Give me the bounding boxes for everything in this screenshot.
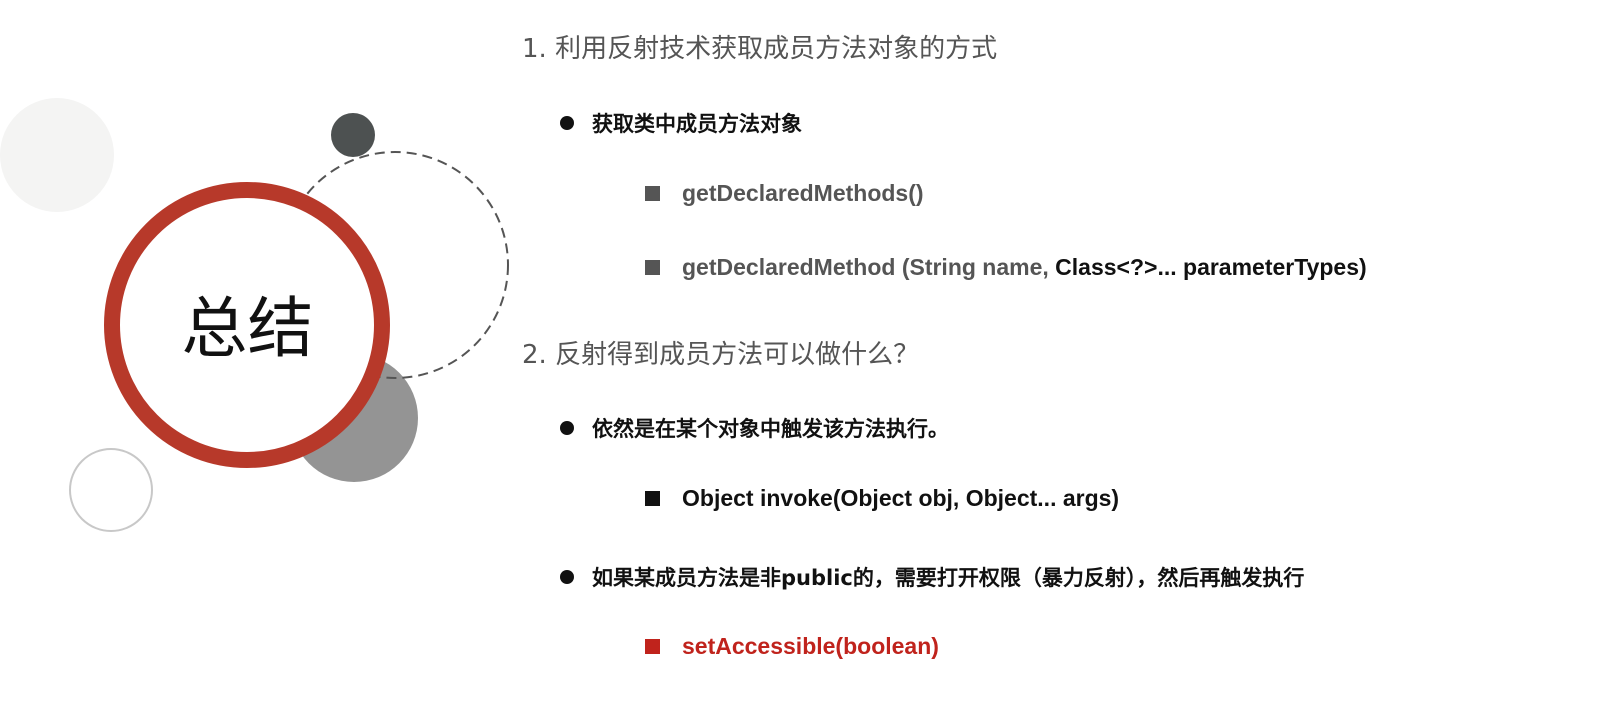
heading-2: 2. 反射得到成员方法可以做什么？ — [522, 340, 920, 370]
sub-item-text: setAccessible(boolean) — [682, 633, 939, 659]
sub-item-text: Object invoke(Object obj, Object... args… — [682, 485, 1120, 511]
bullet-text: 如果某成员方法是非public的，需要打开权限（暴力反射），然后再触发执行 — [592, 566, 1305, 590]
outline-circle — [69, 448, 153, 532]
sub-item-4: setAccessible(boolean) — [645, 633, 939, 660]
heading-1: 1. 利用反射技术获取成员方法对象的方式 — [522, 34, 998, 64]
sub-item-2: getDeclaredMethod (String name, Class<?>… — [645, 254, 1367, 281]
sub-item-text: getDeclaredMethod (String name, — [682, 254, 1056, 280]
bullet-3: 如果某成员方法是非public的，需要打开权限（暴力反射），然后再触发执行 — [560, 562, 1304, 592]
bullet-1: 获取类中成员方法对象 — [560, 108, 802, 138]
square-bullet-icon — [645, 639, 660, 654]
slide-title: 总结 — [181, 290, 314, 367]
bullet-dot-icon — [560, 570, 574, 584]
sub-item-3: Object invoke(Object obj, Object... args… — [645, 485, 1119, 512]
bullet-text: 依然是在某个对象中触发该方法执行。 — [592, 417, 949, 441]
bullet-dot-icon — [560, 116, 574, 130]
light-circle — [0, 98, 114, 212]
bullet-dot-icon — [560, 421, 574, 435]
square-bullet-icon — [645, 491, 660, 506]
sub-item-text: getDeclaredMethods() — [682, 180, 924, 206]
sub-item-text-2: Class<?>... parameterTypes) — [1055, 254, 1367, 280]
dark-circle — [331, 113, 375, 157]
square-bullet-icon — [645, 260, 660, 275]
square-bullet-icon — [645, 186, 660, 201]
bullet-2: 依然是在某个对象中触发该方法执行。 — [560, 413, 949, 443]
bullet-text: 获取类中成员方法对象 — [592, 112, 802, 136]
sub-item-1: getDeclaredMethods() — [645, 180, 924, 207]
